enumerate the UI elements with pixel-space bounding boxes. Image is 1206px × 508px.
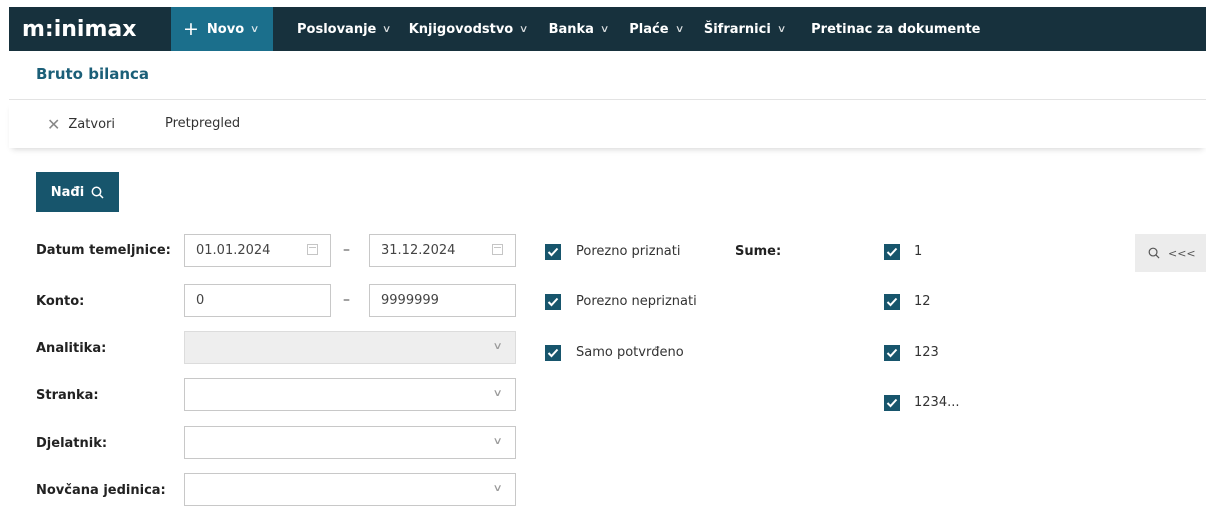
preview-button[interactable]: Pretpregled bbox=[165, 116, 240, 131]
option-label: Samo potvrđeno bbox=[576, 345, 684, 360]
nav-item-poslovanje[interactable]: Poslovanje ∨ bbox=[297, 7, 392, 51]
nav-item-label: Šifrarnici bbox=[703, 21, 771, 37]
close-button[interactable]: ✕ Zatvori bbox=[47, 115, 115, 134]
nav-item-label: Banka bbox=[548, 21, 594, 37]
account-from-field[interactable]: 0 bbox=[184, 284, 331, 317]
analytics-select: ∨ bbox=[184, 331, 516, 364]
nav-item-knjigovodstvo[interactable]: Knjigovodstvo ∨ bbox=[408, 7, 529, 51]
date-to-value: 31.12.2024 bbox=[381, 243, 456, 258]
find-button[interactable]: Nađi bbox=[36, 172, 119, 212]
date-from-value: 01.01.2024 bbox=[196, 243, 271, 258]
checkmark-icon bbox=[886, 297, 898, 307]
range-separator: – bbox=[343, 292, 350, 308]
close-button-label: Zatvori bbox=[68, 117, 115, 132]
plus-icon: + bbox=[183, 17, 199, 40]
nav-item-label: Knjigovodstvo bbox=[408, 21, 514, 37]
main-navigation: m:inimax + Novo ∨ Poslovanje ∨ Knjigovod… bbox=[9, 7, 1206, 51]
chevron-down-icon: ∨ bbox=[250, 23, 260, 35]
currency-select[interactable]: ∨ bbox=[184, 473, 516, 506]
partner-select[interactable]: ∨ bbox=[184, 378, 516, 411]
action-toolbar: ✕ Zatvori Pretpregled bbox=[9, 101, 1206, 148]
account-label: Konto: bbox=[36, 294, 85, 309]
sum-option-label: 1 bbox=[914, 244, 923, 259]
chevron-down-icon: ∨ bbox=[519, 23, 529, 35]
option-label: Porezno nepriznati bbox=[576, 294, 697, 309]
checkmark-icon bbox=[547, 348, 559, 358]
range-separator: – bbox=[343, 242, 350, 258]
sum-option-label: 1234... bbox=[914, 395, 960, 410]
chevron-down-icon: ∨ bbox=[599, 23, 610, 35]
checkmark-icon bbox=[547, 297, 559, 307]
partner-label: Stranka: bbox=[36, 388, 99, 403]
checkbox-porezno-nepriznati[interactable] bbox=[545, 294, 561, 310]
checkbox-sum-12[interactable] bbox=[884, 294, 900, 310]
search-icon bbox=[1148, 247, 1160, 259]
collapse-label: <<< bbox=[1168, 246, 1196, 260]
option-label: Porezno priznati bbox=[576, 244, 681, 259]
checkbox-porezno-priznati[interactable] bbox=[545, 244, 561, 260]
checkbox-sum-123[interactable] bbox=[884, 345, 900, 361]
date-to-field[interactable]: 31.12.2024 bbox=[369, 234, 516, 267]
novo-menu[interactable]: + Novo ∨ bbox=[171, 7, 273, 51]
calendar-icon[interactable] bbox=[492, 244, 503, 255]
page-title: Bruto bilanca bbox=[36, 65, 150, 83]
analytics-label: Analitika: bbox=[36, 341, 107, 356]
nav-item-sifrarnici[interactable]: Šifrarnici ∨ bbox=[703, 7, 787, 51]
page-header: Bruto bilanca bbox=[9, 51, 1206, 100]
account-from-value: 0 bbox=[196, 293, 205, 308]
search-panel-toggle-button[interactable]: <<< bbox=[1135, 234, 1206, 272]
chevron-down-icon: ∨ bbox=[776, 23, 787, 35]
checkmark-icon bbox=[886, 398, 898, 408]
chevron-down-icon: ∨ bbox=[492, 388, 503, 399]
checkbox-samo-potvrdeno[interactable] bbox=[545, 345, 561, 361]
nav-item-pretinac[interactable]: Pretinac za dokumente bbox=[811, 7, 980, 51]
chevron-down-icon: ∨ bbox=[382, 23, 392, 35]
sums-label: Sume: bbox=[735, 244, 782, 259]
checkbox-sum-1[interactable] bbox=[884, 244, 900, 260]
checkmark-icon bbox=[886, 247, 898, 257]
account-to-field[interactable]: 9999999 bbox=[369, 284, 516, 317]
minimax-logo[interactable]: m:inimax bbox=[9, 7, 171, 51]
sum-option-label: 12 bbox=[914, 294, 931, 309]
top-bar: m:inimax + Novo ∨ Poslovanje ∨ Knjigovod… bbox=[0, 0, 1206, 51]
checkmark-icon bbox=[886, 348, 898, 358]
nav-item-label: Plaće bbox=[629, 21, 669, 37]
calendar-icon[interactable] bbox=[307, 244, 318, 255]
chevron-down-icon: ∨ bbox=[492, 436, 503, 447]
search-icon bbox=[91, 186, 104, 199]
nav-item-place[interactable]: Plaće ∨ bbox=[629, 7, 684, 51]
checkbox-sum-1234[interactable] bbox=[884, 395, 900, 411]
chevron-down-icon: ∨ bbox=[492, 341, 503, 352]
chevron-down-icon: ∨ bbox=[674, 23, 684, 35]
chevron-down-icon: ∨ bbox=[492, 483, 503, 494]
nav-item-label: Poslovanje bbox=[297, 21, 377, 37]
date-from-field[interactable]: 01.01.2024 bbox=[184, 234, 331, 267]
sum-option-label: 123 bbox=[914, 345, 939, 360]
find-button-label: Nađi bbox=[50, 184, 85, 200]
novo-label: Novo bbox=[206, 21, 245, 37]
checkmark-icon bbox=[547, 247, 559, 257]
employee-label: Djelatnik: bbox=[36, 436, 108, 451]
account-to-value: 9999999 bbox=[381, 293, 439, 308]
close-icon: ✕ bbox=[47, 115, 61, 134]
currency-label: Novčana jedinica: bbox=[36, 483, 166, 498]
nav-item-label: Pretinac za dokumente bbox=[811, 21, 981, 37]
nav-item-banka[interactable]: Banka ∨ bbox=[548, 7, 610, 51]
employee-select[interactable]: ∨ bbox=[184, 426, 516, 459]
date-range-label: Datum temeljnice: bbox=[36, 243, 171, 258]
